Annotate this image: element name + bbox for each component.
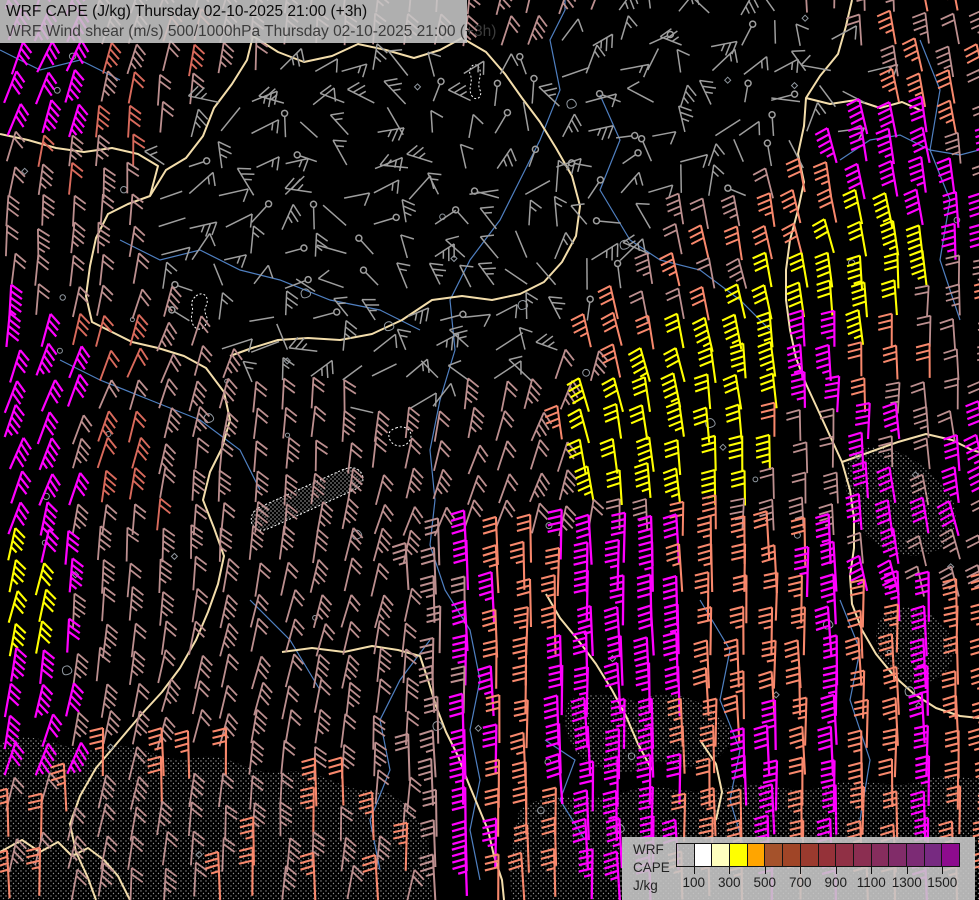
title-line-windshear: WRF Wind shear (m/s) 500/1000hPa Thursda…	[6, 23, 497, 40]
legend-title: WRF CAPE J/kg	[633, 841, 670, 895]
legend-cell	[676, 843, 695, 867]
legend-tick	[871, 867, 873, 874]
legend-tick	[729, 867, 731, 874]
map-title-overlay: WRF CAPE (J/kg) Thursday 02-10-2025 21:0…	[0, 0, 497, 43]
legend-tick-label: 1500	[927, 875, 958, 890]
legend-cell	[835, 843, 854, 867]
legend-cell	[941, 843, 960, 867]
weather-map-viewport: WRF CAPE (J/kg) Thursday 02-10-2025 21:0…	[0, 0, 979, 900]
legend-cell	[888, 843, 907, 867]
legend-title-line1: WRF	[633, 842, 664, 857]
legend-color-bar	[676, 843, 960, 867]
legend-cell	[852, 843, 872, 867]
legend-cell	[923, 843, 943, 867]
legend-cell	[782, 843, 801, 867]
title-line-cape: WRF CAPE (J/kg) Thursday 02-10-2025 21:0…	[6, 3, 368, 20]
legend-cell	[693, 843, 713, 867]
legend-tick	[693, 867, 695, 874]
legend-cell	[746, 843, 766, 867]
legend-cell	[905, 843, 925, 867]
legend-cell	[817, 843, 837, 867]
legend-title-line3: J/kg	[633, 878, 658, 893]
legend-cell	[799, 843, 819, 867]
legend-cell	[764, 843, 784, 867]
legend-cell	[711, 843, 731, 867]
legend-tick	[906, 867, 908, 874]
cape-legend: WRF CAPE J/kg 100 300 500 700 900 1100 1300 150…	[622, 837, 975, 900]
legend-cell	[870, 843, 890, 867]
legend-title-line2: CAPE	[633, 860, 670, 875]
legend-tick	[942, 867, 944, 874]
wrf-cape-windshear-map	[0, 0, 979, 900]
legend-cell	[729, 843, 748, 867]
legend-tick	[764, 867, 766, 874]
legend-tick	[800, 867, 802, 874]
legend-tick	[835, 867, 837, 874]
